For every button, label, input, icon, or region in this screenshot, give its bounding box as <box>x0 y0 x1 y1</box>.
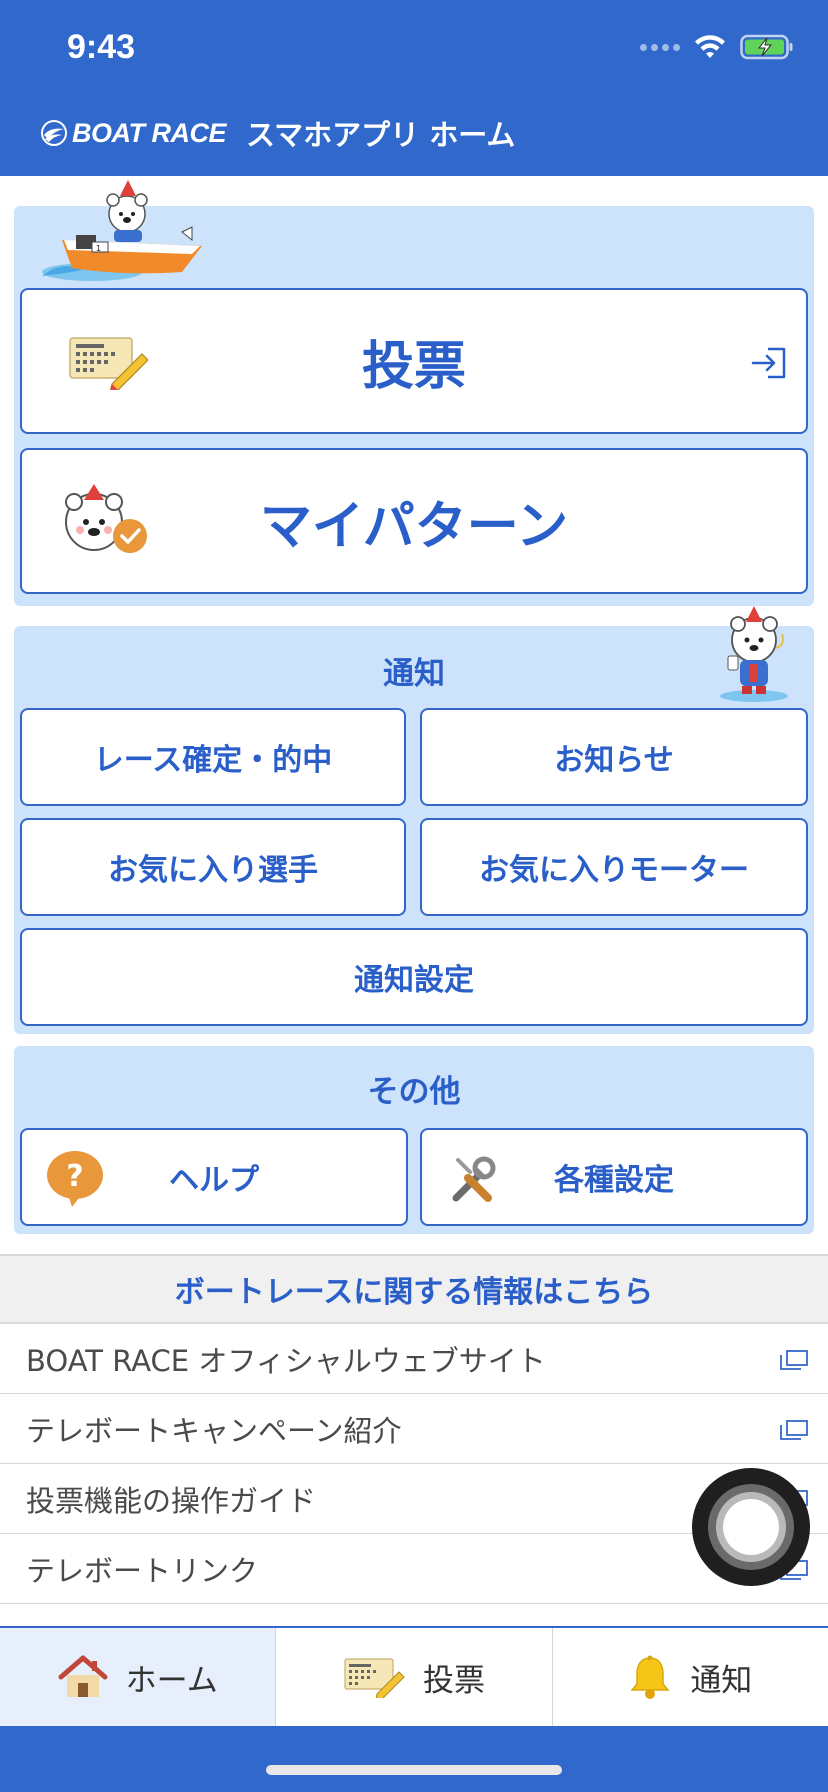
bottom-tab-bar: ホーム 投票 通知 <box>0 1626 828 1726</box>
vote-panel: 1 投票 マイパターン <box>14 180 814 606</box>
external-link-icon <box>780 1350 808 1370</box>
tab-home[interactable]: ホーム <box>0 1628 277 1726</box>
news-button[interactable]: お知らせ <box>420 708 808 806</box>
svg-text:1: 1 <box>96 244 101 253</box>
tab-label: ホーム <box>125 1662 218 1699</box>
home-indicator[interactable] <box>266 1765 562 1775</box>
vote-button[interactable]: 投票 <box>20 288 808 434</box>
other-panel: その他 ? ヘルプ 各種設定 <box>14 1046 814 1234</box>
wifi-icon <box>695 35 725 58</box>
link-teleboat-campaign[interactable]: テレボートキャンペーン紹介 <box>0 1394 828 1464</box>
login-arrow-icon <box>751 347 786 379</box>
race-result-button[interactable]: レース確定・的中 <box>20 708 406 806</box>
link-official-website[interactable]: BOAT RACE オフィシャルウェブサイト <box>0 1324 828 1394</box>
my-pattern-button[interactable]: マイパターン <box>20 448 808 594</box>
link-label: テレボートキャンペーン紹介 <box>26 1413 402 1448</box>
brand-text: BOAT RACE <box>72 117 227 148</box>
bell-icon <box>630 1655 670 1699</box>
link-label: 投票機能の操作ガイド <box>26 1483 317 1518</box>
app-title-row: BOAT RACE スマホアプリ ホーム <box>40 112 515 154</box>
battery-charging-icon <box>740 34 793 60</box>
help-bubble-icon: ? <box>47 1151 103 1207</box>
app-header: 9:43 BOAT RACE スマホアプリ ホーム <box>0 0 828 176</box>
boatrace-logo: BOAT RACE <box>40 117 227 149</box>
tab-label: 投票 <box>422 1662 485 1699</box>
home-indicator-bar <box>0 1726 828 1792</box>
info-section-title: ボートレースに関する情報はこちら <box>0 1254 828 1324</box>
boatrace-logo-icon <box>41 120 67 146</box>
settings-button[interactable]: 各種設定 <box>420 1128 808 1226</box>
vote-label: 投票 <box>361 336 466 397</box>
tab-label: 通知 <box>690 1662 753 1699</box>
settings-label: 各種設定 <box>554 1163 674 1198</box>
boat-mascot-illustration: 1 <box>42 180 202 281</box>
house-icon <box>58 1655 108 1697</box>
favorite-motor-button[interactable]: お気に入りモーター <box>420 818 808 916</box>
link-row-partial[interactable] <box>0 1604 828 1626</box>
other-section-title: その他 <box>367 1074 461 1110</box>
notify-settings-button[interactable]: 通知設定 <box>20 928 808 1026</box>
tools-icon <box>452 1156 496 1202</box>
favorite-racer-button[interactable]: お気に入り選手 <box>20 818 406 916</box>
assistive-touch-button[interactable] <box>692 1468 810 1586</box>
help-label: ヘルプ <box>169 1163 259 1198</box>
cellular-signal-icon <box>640 43 680 51</box>
help-icon-glyph: ? <box>66 1159 83 1194</box>
help-button[interactable]: ? ヘルプ <box>20 1128 408 1226</box>
link-label: BOAT RACE オフィシャルウェブサイト <box>26 1343 546 1378</box>
link-label: テレボートリンク <box>26 1553 259 1588</box>
tab-vote[interactable]: 投票 <box>276 1628 553 1726</box>
notify-section-title: 通知 <box>383 656 445 692</box>
status-time: 9:43 <box>67 28 136 66</box>
external-link-icon <box>780 1420 808 1440</box>
status-indicators <box>640 34 794 60</box>
bear-mascot-illustration <box>720 606 788 702</box>
page-title: スマホアプリ ホーム <box>246 118 516 152</box>
notify-panel: 通知 レース確定・的中 お知らせ お気に入り選手 お気に入りモーター 通知設定 <box>14 606 814 1034</box>
tab-notify[interactable]: 通知 <box>553 1628 828 1726</box>
my-pattern-label: マイパターン <box>259 496 569 557</box>
ticket-pen-icon <box>344 1658 405 1698</box>
